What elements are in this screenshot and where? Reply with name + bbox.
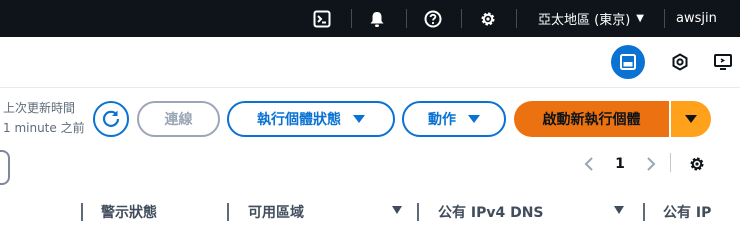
column-resizer[interactable] [643, 203, 645, 221]
bell-icon [370, 11, 384, 27]
previous-page-button[interactable] [580, 151, 598, 177]
panel-toggle-button[interactable] [611, 45, 645, 79]
search-input[interactable] [0, 150, 10, 185]
nav-divider [516, 9, 517, 28]
column-header-alarm-status[interactable]: 警示狀態 [101, 200, 157, 224]
last-updated-label: 上次更新時間 [3, 101, 76, 115]
chevron-left-icon [584, 157, 593, 171]
launch-label: 啟動新執行個體 [542, 112, 641, 128]
column-header-label: 警示狀態 [101, 205, 157, 221]
instance-state-label: 執行個體狀態 [257, 112, 341, 128]
column-header-label: 公有 IP [663, 205, 712, 221]
table-preferences-button[interactable] [685, 151, 709, 177]
gear-icon [481, 12, 495, 25]
actions-button[interactable]: 動作 [402, 101, 506, 137]
notifications-button[interactable] [362, 0, 392, 37]
panel-icon [620, 54, 636, 70]
pagination-divider [670, 153, 671, 172]
region-label: 亞太地區 (東京) [538, 13, 631, 28]
sort-down-icon[interactable] [614, 206, 624, 214]
region-selector[interactable]: 亞太地區 (東京) ▼ [532, 0, 650, 37]
help-icon [424, 10, 442, 27]
nav-divider [351, 9, 352, 28]
gear-icon [690, 157, 704, 171]
column-resizer[interactable] [417, 203, 419, 221]
nav-divider [664, 9, 665, 28]
sort-down-icon[interactable] [392, 206, 402, 214]
next-page-button[interactable] [642, 151, 660, 177]
cloudshell-button[interactable] [307, 0, 337, 37]
column-resizer[interactable] [81, 203, 83, 221]
nav-divider [406, 9, 407, 28]
column-header-label: 可用區域 [248, 205, 304, 221]
caret-down-icon [685, 115, 697, 123]
last-updated: 上次更新時間 1 minute 之前 [3, 98, 85, 138]
top-navigation: 亞太地區 (東京) ▼ awsjin [0, 0, 740, 37]
cloudshell-icon [313, 10, 331, 27]
instance-state-button[interactable]: 執行個體狀態 [227, 101, 395, 137]
page-number: 1 [615, 156, 625, 172]
ec2-instances-page: 亞太地區 (東京) ▼ awsjin 上次更新時間 1 minute 之前 連線… [0, 0, 740, 227]
caret-down-icon [353, 115, 365, 123]
page-1-button[interactable]: 1 [610, 151, 630, 177]
column-header-label: 公有 IPv4 DNS [438, 205, 544, 221]
nav-divider [461, 9, 462, 28]
settings-button[interactable] [473, 0, 503, 37]
screen-share-button[interactable] [706, 45, 740, 79]
connect-label: 連線 [164, 112, 193, 128]
caret-down-icon [468, 115, 480, 123]
column-header-availability-zone[interactable]: 可用區域 [248, 200, 304, 224]
refresh-icon [102, 110, 120, 127]
secondary-toolbar [0, 37, 740, 88]
actions-label: 動作 [428, 112, 456, 128]
column-header-public-ip[interactable]: 公有 IP [663, 200, 740, 224]
refresh-button[interactable] [93, 101, 129, 137]
user-label: awsjin [676, 11, 717, 26]
hexagon-button[interactable] [663, 45, 697, 79]
screen-share-icon [714, 54, 732, 70]
chevron-right-icon [647, 157, 656, 171]
launch-instances-button[interactable]: 啟動新執行個體 [514, 101, 669, 137]
connect-button[interactable]: 連線 [137, 101, 220, 137]
column-resizer[interactable] [227, 203, 229, 221]
caret-down-icon: ▼ [636, 13, 644, 24]
last-updated-value: 1 minute 之前 [3, 121, 85, 135]
launch-dropdown-button[interactable] [671, 101, 711, 137]
hexagon-icon [672, 53, 688, 71]
account-menu[interactable]: awsjin [676, 0, 740, 37]
help-button[interactable] [418, 0, 448, 37]
column-header-public-ipv4-dns[interactable]: 公有 IPv4 DNS [438, 200, 544, 224]
